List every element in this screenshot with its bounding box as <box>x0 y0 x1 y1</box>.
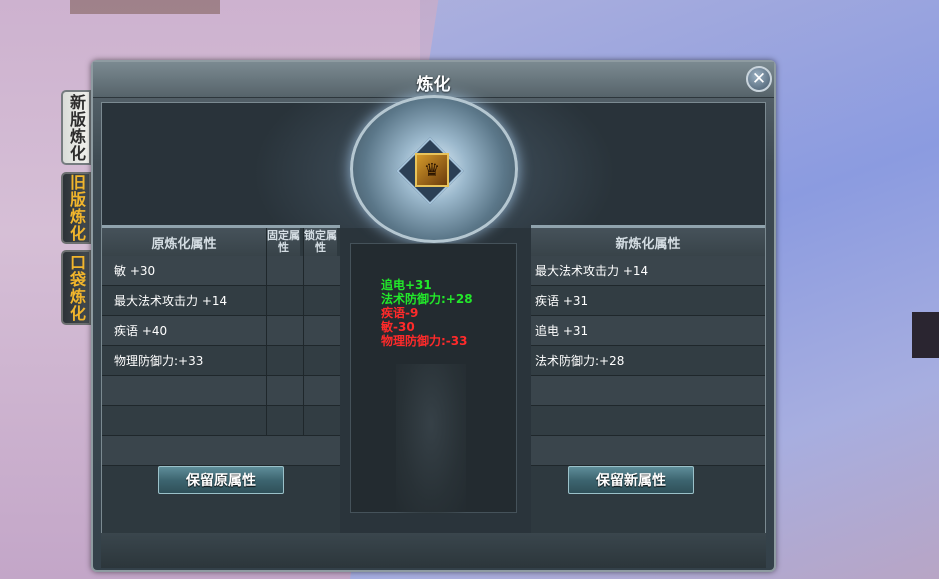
original-attributes-panel: 原炼化属性 固定属性 锁定属性 敏 +30 最大法术攻击力 +14 疾语 +40… <box>102 228 340 566</box>
attribute-text: 追电 +31 <box>535 324 589 338</box>
table-row: 法术防御力:+28 <box>531 346 765 376</box>
table-row: 敏 +30 <box>102 256 340 286</box>
tab-pocket-refine[interactable]: 口袋炼化 <box>61 250 91 325</box>
attribute-text: 物理防御力:+33 <box>114 354 204 368</box>
original-attributes-header: 原炼化属性 <box>102 228 266 256</box>
table-row <box>102 376 340 406</box>
result-line: 法术防御力:+28 <box>381 292 473 306</box>
tab-new-refine[interactable]: 新版炼化 <box>61 90 91 165</box>
table-row <box>102 436 340 466</box>
new-attributes-header: 新炼化属性 <box>531 228 765 256</box>
title-bar: 炼化 ✕ <box>93 62 774 98</box>
content-area: ♛ 原炼化属性 固定属性 锁定属性 敏 +30 最大法术攻击力 +14 疾语 +… <box>101 95 766 566</box>
attribute-text: 法术防御力:+28 <box>535 354 625 368</box>
refine-preview: 追电+31 法术防御力:+28 疾语-9 敏-30 物理防御力:-33 <box>350 243 517 514</box>
table-row: 追电 +31 <box>531 316 765 346</box>
attribute-text: 敏 +30 <box>114 264 156 278</box>
table-row: 疾语 +31 <box>531 286 765 316</box>
table-row <box>531 376 765 406</box>
column-divider <box>266 256 267 436</box>
attribute-text: 疾语 +31 <box>535 294 589 308</box>
keep-new-button[interactable]: 保留新属性 <box>568 466 694 494</box>
tab-old-refine[interactable]: 旧版炼化 <box>61 172 91 244</box>
result-line: 敏-30 <box>381 320 415 334</box>
result-line: 疾语-9 <box>381 306 419 320</box>
bottom-strip <box>101 533 766 568</box>
background-object <box>912 312 939 358</box>
background-step <box>70 0 220 14</box>
column-divider <box>303 256 304 436</box>
new-attributes-panel: 新炼化属性 最大法术攻击力 +14 疾语 +31 追电 +31 法术防御力:+2… <box>531 228 765 566</box>
banner: ♛ <box>102 95 765 243</box>
window-title: 炼化 <box>416 75 451 95</box>
keep-original-button[interactable]: 保留原属性 <box>158 466 284 494</box>
close-icon: ✕ <box>751 68 767 89</box>
table-row: 最大法术攻击力 +14 <box>102 286 340 316</box>
refine-result-list: 追电+31 法术防御力:+28 疾语-9 敏-30 物理防御力:-33 <box>381 278 473 348</box>
table-row: 最大法术攻击力 +14 <box>531 256 765 286</box>
attribute-text: 最大法术攻击力 +14 <box>114 294 228 308</box>
close-button[interactable]: ✕ <box>746 66 772 92</box>
table-row <box>531 436 765 466</box>
table-row <box>102 406 340 436</box>
table-row: 物理防御力:+33 <box>102 346 340 376</box>
preview-item-silhouette <box>396 364 466 514</box>
table-row <box>531 406 765 436</box>
result-line: 追电+31 <box>381 278 432 292</box>
armor-item-icon[interactable]: ♛ <box>415 153 449 187</box>
attribute-text: 最大法术攻击力 +14 <box>535 264 649 278</box>
table-row: 疾语 +40 <box>102 316 340 346</box>
attribute-text: 疾语 +40 <box>114 324 168 338</box>
locked-attribute-header: 锁定属性 <box>303 228 337 256</box>
result-line: 物理防御力:-33 <box>381 334 468 348</box>
refine-window: 炼化 ✕ ♛ 原炼化属性 固定属性 锁定属性 敏 +30 最大法术攻击力 +14… <box>91 60 776 572</box>
fixed-attribute-header: 固定属性 <box>266 228 300 256</box>
